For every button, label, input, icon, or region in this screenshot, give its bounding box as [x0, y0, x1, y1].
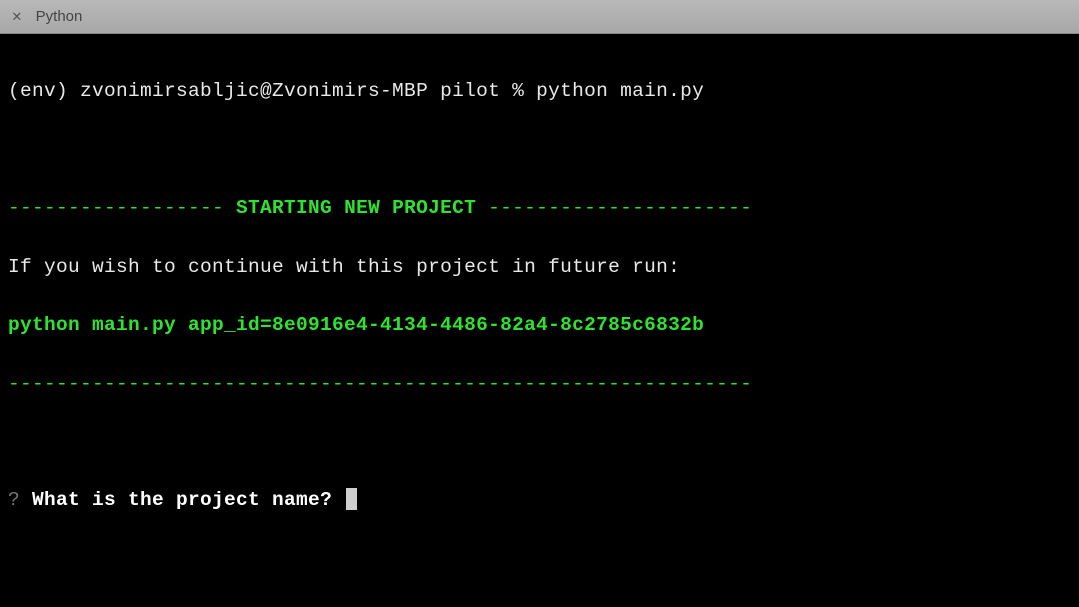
- prompt-question-line: ? What is the project name?: [8, 486, 1071, 515]
- question-mark-icon: ?: [8, 489, 20, 511]
- close-icon[interactable]: ✕: [12, 9, 22, 25]
- blank-line: [8, 428, 1071, 457]
- continue-message: If you wish to continue with this projec…: [8, 253, 1071, 282]
- banner-line: ------------------ STARTING NEW PROJECT …: [8, 194, 1071, 223]
- text-cursor: [346, 488, 357, 510]
- banner-dashes-right: ----------------------: [476, 197, 752, 219]
- continue-command: python main.py app_id=8e0916e4-4134-4486…: [8, 311, 1071, 340]
- window-title: Python: [36, 8, 83, 25]
- divider-line: ----------------------------------------…: [8, 370, 1071, 399]
- banner-dashes-left: ------------------: [8, 197, 236, 219]
- terminal-body[interactable]: (env) zvonimirsabljic@Zvonimirs-MBP pilo…: [0, 34, 1079, 559]
- question-text: What is the project name?: [20, 489, 344, 511]
- banner-title: STARTING NEW PROJECT: [236, 197, 476, 219]
- blank-line: [8, 136, 1071, 165]
- window-titlebar: ✕ Python: [0, 0, 1079, 34]
- shell-prompt-line: (env) zvonimirsabljic@Zvonimirs-MBP pilo…: [8, 77, 1071, 106]
